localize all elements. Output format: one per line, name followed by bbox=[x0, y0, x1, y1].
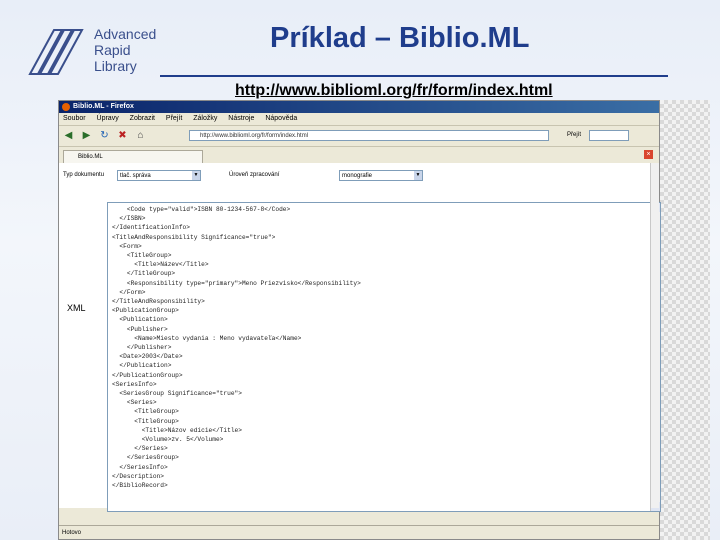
xml-line: <TitleAndResponsibility Significance="tr… bbox=[112, 233, 276, 241]
page-content: Typ dokumentu tlač. správa ▼ Úroveň zpra… bbox=[59, 163, 661, 512]
xml-line: <Form> bbox=[112, 242, 142, 250]
xml-line: <PublicationGroup> bbox=[112, 307, 179, 315]
xml-line: </Description> bbox=[112, 472, 164, 480]
xml-line: <SeriesGroup Significance="true"> bbox=[112, 390, 242, 398]
home-icon[interactable]: ⌂ bbox=[135, 130, 146, 141]
xml-line: <TitleGroup> bbox=[112, 417, 179, 425]
menu-item-napoveda[interactable]: Nápověda bbox=[265, 115, 297, 122]
xml-line: <Code type="valid">ISBN 80-1234-567-8</C… bbox=[112, 206, 291, 213]
xml-line: </SeriesGroup> bbox=[112, 454, 179, 462]
xml-line: <TitleGroup> bbox=[112, 252, 172, 260]
forward-icon[interactable]: ▶ bbox=[81, 130, 92, 141]
xml-line: </Form> bbox=[112, 288, 146, 296]
logo: Advanced Rapid Library bbox=[24, 24, 174, 84]
status-bar: Hotovo bbox=[59, 525, 659, 539]
xml-line: </PublicationGroup> bbox=[112, 371, 183, 379]
xml-line: <Series> bbox=[112, 399, 157, 407]
menu-item-upravy[interactable]: Úpravy bbox=[97, 115, 119, 122]
chevron-down-icon: ▼ bbox=[192, 171, 200, 180]
close-tab-icon[interactable]: × bbox=[644, 150, 653, 159]
logo-stripes-icon bbox=[28, 29, 84, 75]
menu-item-zobrazit[interactable]: Zobrazit bbox=[130, 115, 155, 122]
xml-line: </Series> bbox=[112, 445, 168, 453]
tab-biblioml[interactable]: Biblio.ML bbox=[63, 150, 203, 163]
xml-line: </SeriesInfo> bbox=[112, 463, 168, 471]
menu-item-zalozky[interactable]: Záložky bbox=[193, 115, 217, 122]
xml-line: <Date>2003</Date> bbox=[112, 353, 183, 361]
address-bar[interactable]: http://www.biblioml.org/fr/form/index.ht… bbox=[189, 130, 549, 141]
checkered-background bbox=[660, 100, 710, 540]
xml-line: </Publisher> bbox=[112, 344, 172, 352]
go-button[interactable]: Přejít bbox=[555, 130, 584, 141]
xml-line: <Responsibility type="primary">Meno Prie… bbox=[112, 279, 361, 287]
xml-content: <Code type="valid">ISBN 80-1234-567-8</C… bbox=[112, 205, 361, 490]
logo-line-1: Advanced bbox=[94, 26, 157, 42]
xml-line: </TitleGroup> bbox=[112, 270, 176, 278]
xml-label: XML bbox=[67, 303, 86, 313]
level-label: Úroveň zpracování bbox=[229, 172, 280, 178]
firefox-icon bbox=[62, 103, 70, 111]
menu-item-nastroje[interactable]: Nástroje bbox=[228, 115, 254, 122]
search-input[interactable] bbox=[589, 130, 629, 141]
chevron-down-icon: ▼ bbox=[414, 171, 422, 180]
window-title-bar: Biblio.ML - Firefox bbox=[59, 101, 659, 113]
xml-line: <Title>Název</Title> bbox=[112, 261, 209, 269]
level-select[interactable]: monografie ▼ bbox=[339, 170, 423, 181]
stop-icon[interactable]: ✖ bbox=[117, 130, 128, 141]
xml-line: <Volume>zv. 5</Volume> bbox=[112, 436, 224, 444]
xml-textarea[interactable]: <Code type="valid">ISBN 80-1234-567-8</C… bbox=[107, 202, 661, 512]
doc-type-select[interactable]: tlač. správa ▼ bbox=[117, 170, 201, 181]
browser-window: Biblio.ML - Firefox Soubor Úpravy Zobraz… bbox=[58, 100, 661, 540]
doc-type-value: tlač. správa bbox=[120, 173, 151, 179]
logo-line-3: Library bbox=[94, 58, 137, 74]
slide-title: Príklad – Biblio.ML bbox=[270, 22, 530, 54]
xml-line: <TitleGroup> bbox=[112, 408, 179, 416]
back-icon[interactable]: ◀ bbox=[63, 130, 74, 141]
menu-item-soubor[interactable]: Soubor bbox=[63, 115, 86, 122]
window-title: Biblio.ML - Firefox bbox=[73, 103, 134, 110]
status-text: Hotovo bbox=[62, 530, 82, 536]
level-value: monografie bbox=[342, 173, 373, 179]
reload-icon[interactable]: ↻ bbox=[99, 130, 110, 141]
xml-line: </BiblioRecord> bbox=[112, 482, 168, 490]
page-scrollbar[interactable] bbox=[650, 163, 659, 508]
logo-line-2: Rapid bbox=[94, 42, 131, 58]
xml-line: <SeriesInfo> bbox=[112, 380, 157, 388]
xml-line: </IdentificationInfo> bbox=[112, 224, 190, 232]
xml-line: </ISBN> bbox=[112, 215, 146, 223]
slide-url-link[interactable]: http://www.biblioml.org/fr/form/index.ht… bbox=[235, 82, 553, 100]
tab-bar: Biblio.ML × bbox=[59, 147, 659, 164]
menu-bar: Soubor Úpravy Zobrazit Přejít Záložky Ná… bbox=[59, 113, 659, 126]
xml-line: </Publication> bbox=[112, 362, 172, 370]
doc-type-label: Typ dokumentu bbox=[63, 172, 105, 178]
title-divider bbox=[160, 75, 668, 77]
navigation-toolbar: ◀ ▶ ↻ ✖ ⌂ http://www.biblioml.org/fr/for… bbox=[59, 126, 659, 147]
xml-line: <Name>Miesto vydania : Meno vydavateľa</… bbox=[112, 334, 302, 342]
xml-line: <Publication> bbox=[112, 316, 168, 324]
logo-text: Advanced Rapid Library bbox=[94, 26, 156, 74]
menu-item-prejit[interactable]: Přejít bbox=[166, 115, 182, 122]
xml-line: <Title>Názov edície</Title> bbox=[112, 426, 242, 434]
xml-line: <Publisher> bbox=[112, 325, 168, 333]
xml-line: </TitleAndResponsibility> bbox=[112, 298, 205, 306]
